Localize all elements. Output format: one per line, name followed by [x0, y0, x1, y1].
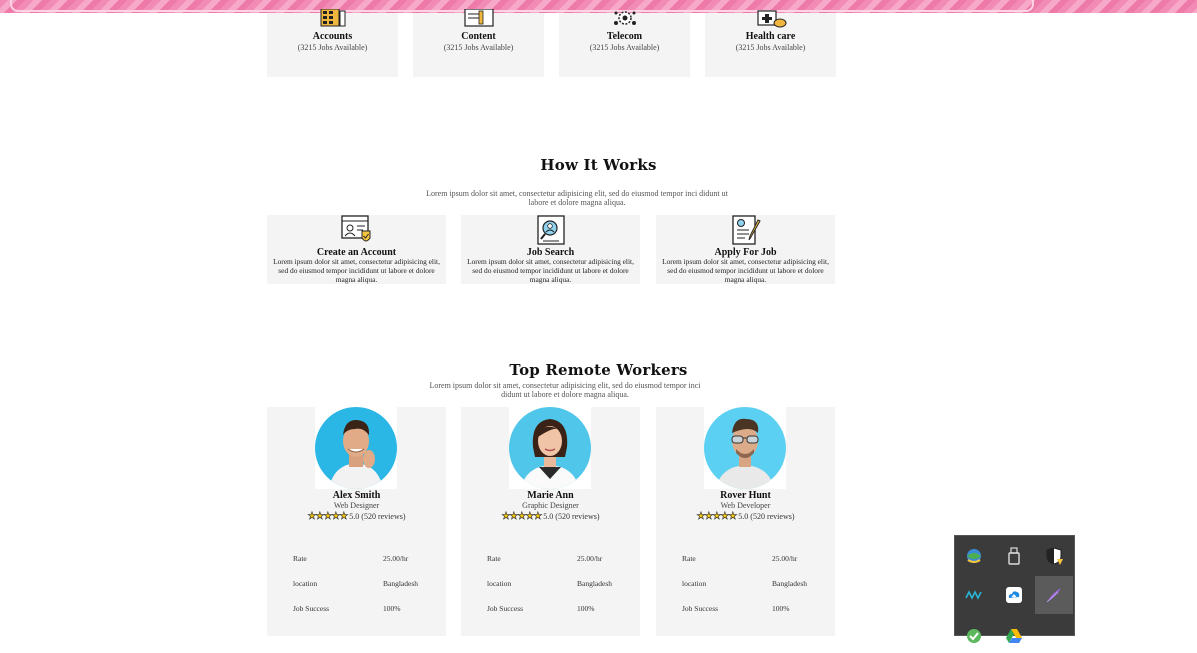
step-text: Lorem ipsum dolor sit amet, consectetur …	[467, 257, 634, 284]
check-shield-icon	[967, 629, 981, 643]
system-tray-overflow	[954, 535, 1075, 643]
location-label: location	[293, 579, 318, 588]
location-label: location	[487, 579, 512, 588]
security-shield-warning-icon	[1046, 547, 1063, 565]
step-card-job-search[interactable]: Job Search Lorem ipsum dolor sit amet, c…	[461, 215, 640, 284]
avatar-frame	[509, 407, 591, 489]
usb-drive-icon	[1008, 547, 1020, 565]
step-card-create-account[interactable]: Create an Account Lorem ipsum dolor sit …	[267, 215, 446, 284]
location-value: Bangladesh	[772, 579, 807, 588]
tray-item[interactable]	[995, 576, 1033, 614]
worker-name: Marie Ann	[527, 490, 574, 501]
job-success-label: Job Success	[682, 604, 719, 613]
rate-value: 25.00/hr	[383, 554, 409, 563]
tray-item[interactable]	[955, 537, 993, 575]
job-success-label: Job Success	[293, 604, 330, 613]
worker-card-rover-hunt[interactable]: Rover Hunt Web Developer ★★★★★ 5.0 (520 …	[656, 407, 835, 636]
worker-role: Web Designer	[333, 501, 380, 510]
network-gear-icon	[613, 11, 636, 25]
tray-item[interactable]	[995, 537, 1033, 575]
document-pen-icon	[463, 9, 494, 27]
medical-kit-icon	[756, 10, 786, 28]
worker-name: Alex Smith	[332, 490, 381, 501]
how-it-works-description: Lorem ipsum dolor sit amet, consectetur …	[426, 189, 728, 207]
globe-sync-icon	[967, 549, 981, 563]
category-jobs-count: (3215 Jobs Available)	[735, 43, 806, 52]
avatar[interactable]	[509, 407, 591, 489]
rate-label: Rate	[487, 554, 501, 563]
category-card-health-care[interactable]: Health care (3215 Jobs Available)	[705, 10, 836, 77]
avatar[interactable]	[315, 407, 397, 489]
step-text: Lorem ipsum dolor sit amet, consectetur …	[273, 257, 440, 284]
worker-rating: ★★★★★ 5.0 (520 reviews)	[656, 511, 835, 523]
google-drive-icon	[1006, 629, 1022, 643]
rating-text: 5.0 (520 reviews)	[349, 512, 406, 521]
rate-value: 25.00/hr	[577, 554, 603, 563]
rating-text: 5.0 (520 reviews)	[738, 512, 795, 521]
star-icon: ★★★★★	[696, 511, 737, 523]
worker-role: Graphic Designer	[522, 501, 579, 510]
account-shield-icon	[340, 215, 370, 242]
worker-card-marie-ann[interactable]: Marie Ann Graphic Designer ★★★★★ 5.0 (52…	[461, 407, 640, 636]
job-success-value: 100%	[577, 604, 595, 613]
category-jobs-count: (3215 Jobs Available)	[589, 43, 660, 52]
top-banner	[0, 0, 1197, 13]
network-wave-icon	[965, 590, 982, 600]
feather-pen-icon	[1046, 588, 1061, 603]
job-success-label: Job Success	[487, 604, 524, 613]
tray-item[interactable]	[955, 576, 993, 614]
location-label: location	[682, 579, 707, 588]
avatar[interactable]	[704, 407, 786, 489]
rating-text: 5.0 (520 reviews)	[543, 512, 600, 521]
resume-pen-icon	[731, 215, 761, 245]
worker-rating: ★★★★★ 5.0 (520 reviews)	[461, 511, 640, 523]
calculator-icon	[320, 9, 345, 27]
category-title: Content	[461, 31, 496, 42]
category-card-accounts[interactable]: Accounts (3215 Jobs Available)	[267, 9, 398, 77]
category-title: Health care	[745, 31, 796, 42]
rate-value: 25.00/hr	[772, 554, 798, 563]
location-value: Bangladesh	[383, 579, 418, 588]
worker-rating: ★★★★★ 5.0 (520 reviews)	[267, 511, 446, 523]
worker-card-alex-smith[interactable]: Alex Smith Web Designer ★★★★★ 5.0 (520 r…	[267, 407, 446, 636]
avatar-frame	[315, 407, 397, 489]
top-workers-description: Lorem ipsum dolor sit amet, consectetur …	[429, 381, 701, 399]
category-jobs-count: (3215 Jobs Available)	[297, 43, 368, 52]
star-icon: ★★★★★	[307, 511, 348, 523]
location-value: Bangladesh	[577, 579, 612, 588]
tray-item[interactable]	[995, 615, 1033, 653]
avatar-frame	[704, 407, 786, 489]
cloud-upload-icon	[1006, 587, 1022, 603]
how-it-works-title: How It Works	[540, 156, 657, 174]
job-success-value: 100%	[383, 604, 401, 613]
worker-name: Rover Hunt	[720, 490, 771, 501]
category-title: Telecom	[606, 31, 643, 42]
category-jobs-count: (3215 Jobs Available)	[443, 43, 514, 52]
category-card-telecom[interactable]: Telecom (3215 Jobs Available)	[559, 11, 690, 77]
category-card-content[interactable]: Content (3215 Jobs Available)	[413, 9, 544, 77]
tray-item[interactable]	[955, 615, 993, 653]
star-icon: ★★★★★	[501, 511, 542, 523]
step-card-apply-for-job[interactable]: Apply For Job Lorem ipsum dolor sit amet…	[656, 215, 835, 284]
profile-search-icon	[536, 215, 565, 245]
worker-role: Web Developer	[720, 501, 771, 510]
rate-label: Rate	[682, 554, 696, 563]
step-text: Lorem ipsum dolor sit amet, consectetur …	[662, 257, 829, 284]
rate-label: Rate	[293, 554, 307, 563]
top-workers-title: Top Remote Workers	[509, 361, 688, 379]
tray-item[interactable]	[1035, 537, 1073, 575]
tray-item[interactable]	[1035, 576, 1073, 614]
job-success-value: 100%	[772, 604, 790, 613]
category-title: Accounts	[312, 31, 353, 42]
